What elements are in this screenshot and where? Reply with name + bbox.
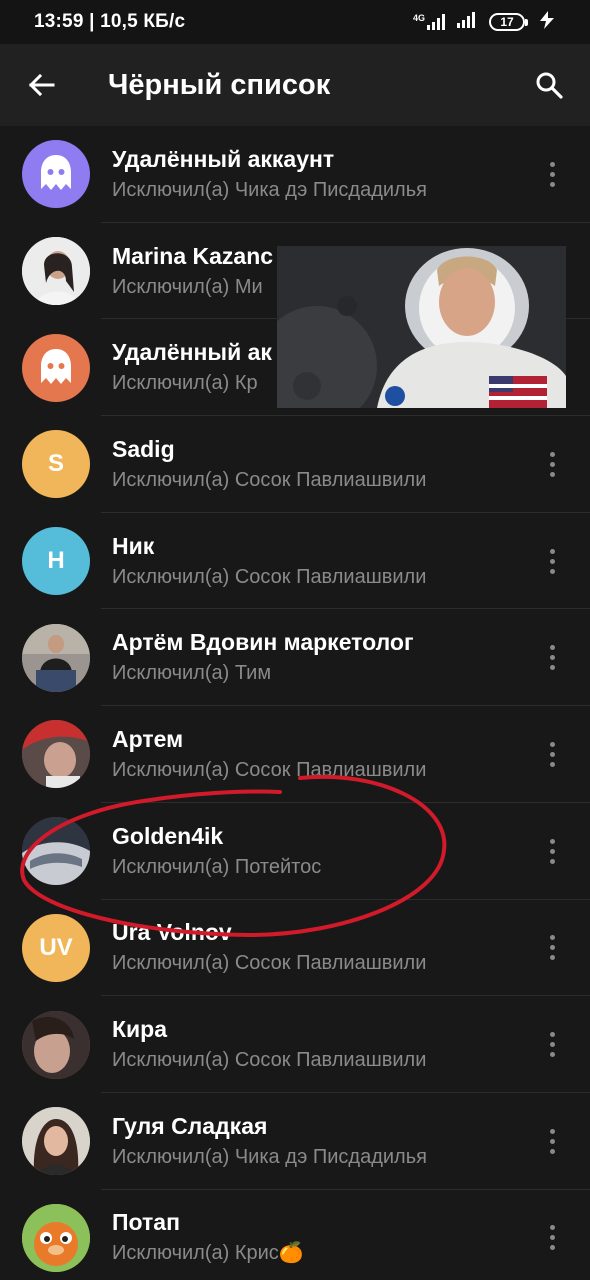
more-options-button[interactable] — [540, 1025, 564, 1065]
avatar: UV — [22, 913, 90, 982]
list-item[interactable]: Удалённый аккаунт Исключил(а) Чика дэ Пи… — [0, 126, 590, 223]
back-button[interactable] — [0, 44, 82, 126]
list-item[interactable]: UV Ura Volnov Исключил(а) Сосок Павлиашв… — [0, 900, 590, 997]
avatar — [22, 1203, 90, 1272]
contact-subtitle: Исключил(а) Сосок Павлиашвили — [112, 468, 427, 491]
avatar: Н — [22, 527, 90, 596]
arrow-back-icon — [28, 73, 55, 97]
contact-name: Кира — [112, 1016, 168, 1043]
overlay-image — [277, 246, 566, 408]
avatar — [22, 1010, 90, 1079]
contact-subtitle: Исключил(а) Чика дэ Писдадилья — [112, 178, 427, 201]
list-item[interactable]: Гуля Сладкая Исключил(а) Чика дэ Писдади… — [0, 1093, 590, 1190]
contact-subtitle: Исключил(а) Сосок Павлиашвили — [112, 758, 427, 781]
contact-subtitle: Исключил(а) Чика дэ Писдадилья — [112, 1145, 427, 1168]
avatar — [22, 817, 90, 886]
page-title: Чёрный список — [108, 68, 331, 101]
contact-name: Marina Kazanc — [112, 242, 274, 269]
ghost-icon — [22, 140, 90, 209]
signal-icon — [457, 11, 479, 33]
more-options-button[interactable] — [540, 1218, 564, 1258]
list-item[interactable]: Н Ник Исключил(а) Сосок Павлиашвили — [0, 513, 590, 610]
more-options-button[interactable] — [540, 638, 564, 678]
network-label: 4G — [412, 13, 425, 23]
app-bar: Чёрный список — [0, 44, 590, 126]
more-options-button[interactable] — [540, 154, 564, 194]
avatar — [22, 623, 90, 692]
contact-subtitle: Исключил(а) Крис🍊 — [112, 1242, 304, 1265]
contact-name: Артем — [112, 725, 184, 752]
more-options-button[interactable] — [540, 444, 564, 484]
avatar — [22, 720, 90, 789]
contact-subtitle: Исключил(а) Сосок Павлиашвили — [112, 1049, 427, 1072]
contact-subtitle: Исключил(а) Кр — [112, 372, 258, 395]
contact-name: Гуля Сладкая — [112, 1112, 268, 1139]
charging-icon — [538, 10, 556, 34]
more-options-button[interactable] — [540, 928, 564, 968]
list-item[interactable]: Артём Вдовин маркетолог Исключил(а) Тим — [0, 609, 590, 706]
avatar: S — [22, 430, 90, 499]
search-icon — [536, 72, 563, 99]
contact-name: Sadig — [112, 435, 175, 462]
contact-subtitle: Исключил(а) Тим — [112, 662, 272, 685]
contact-name: Ura Volnov — [112, 919, 232, 946]
battery-icon: 17 — [489, 13, 528, 31]
signal-4g-icon: 4G — [413, 14, 447, 30]
avatar — [22, 1107, 90, 1176]
list-item[interactable]: Потап Исключил(а) Крис🍊 — [0, 1190, 590, 1280]
more-options-button[interactable] — [540, 831, 564, 871]
more-options-button[interactable] — [540, 1121, 564, 1161]
status-time: 13:59 | 10,5 КБ/с — [34, 11, 186, 32]
contact-name: Удалённый аккаунт — [112, 145, 335, 172]
contact-name: Golden4ik — [112, 822, 224, 849]
contact-name: Удалённый ак — [112, 339, 272, 366]
ghost-icon — [22, 333, 90, 402]
list-item[interactable]: S Sadig Исключил(а) Сосок Павлиашвили — [0, 416, 590, 513]
search-button[interactable] — [508, 44, 590, 126]
contact-subtitle: Исключил(а) Сосок Павлиашвили — [112, 565, 427, 588]
contact-subtitle: Исключил(а) Потейтос — [112, 855, 322, 878]
status-bar: 13:59 | 10,5 КБ/с 4G 17 — [0, 0, 590, 44]
more-options-button[interactable] — [540, 734, 564, 774]
contact-name: Потап — [112, 1209, 180, 1236]
contact-subtitle: Исключил(а) Сосок Павлиашвили — [112, 952, 427, 975]
avatar — [22, 237, 90, 306]
status-icons: 4G 17 — [413, 10, 556, 34]
list-item[interactable]: Golden4ik Исключил(а) Потейтос — [0, 803, 590, 900]
list-item[interactable]: Артем Исключил(а) Сосок Павлиашвили — [0, 706, 590, 803]
battery-level: 17 — [489, 13, 525, 31]
more-options-button[interactable] — [540, 541, 564, 581]
contact-name: Артём Вдовин маркетолог — [112, 629, 414, 656]
contact-name: Ник — [112, 532, 155, 559]
contact-subtitle: Исключил(а) Ми — [112, 275, 263, 298]
list-item[interactable]: Кира Исключил(а) Сосок Павлиашвили — [0, 996, 590, 1093]
